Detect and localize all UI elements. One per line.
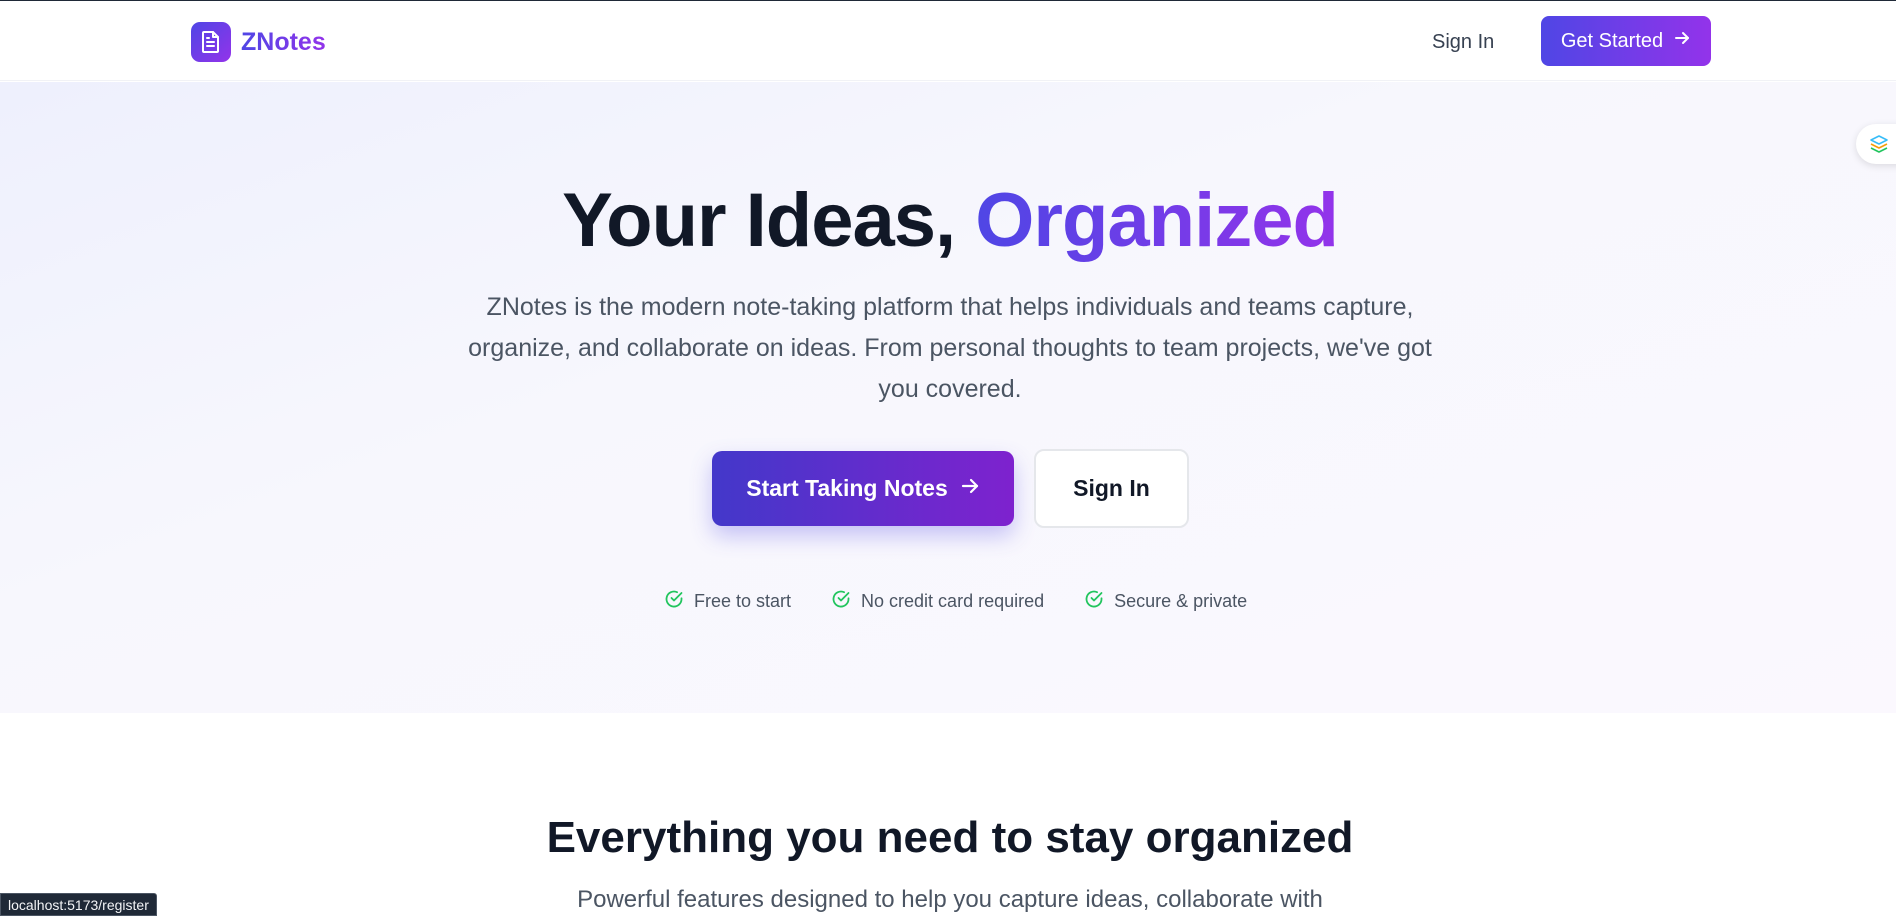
- header-signin-link[interactable]: Sign In: [1432, 27, 1494, 57]
- check-circle-icon: [831, 589, 851, 614]
- status-bar-url: localhost:5173/register: [0, 893, 157, 916]
- get-started-label: Get Started: [1560, 29, 1664, 52]
- get-started-button[interactable]: Get Started: [1541, 16, 1711, 66]
- start-taking-notes-button[interactable]: Start Taking Notes: [712, 451, 1014, 526]
- brand-name: ZNotes: [241, 27, 326, 56]
- hero-title-accent: Organized: [975, 178, 1339, 263]
- site-header: ZNotes Sign In Get Started: [0, 1, 1896, 81]
- perks-list: Free to start No credit card required Se…: [664, 589, 1247, 614]
- check-circle-icon: [1084, 589, 1104, 614]
- perk-item: Secure & private: [1084, 589, 1247, 614]
- features-subtitle: Powerful features designed to help you c…: [577, 886, 1323, 913]
- hero-title-plain: Your Ideas,: [562, 178, 976, 263]
- hero-signin-label: Sign In: [1073, 475, 1150, 501]
- document-icon: [191, 22, 231, 62]
- hero-subtitle: ZNotes is the modern note-taking platfor…: [468, 293, 1432, 403]
- hero-title: Your Ideas, Organized: [0, 177, 1896, 264]
- arrow-right-icon: [960, 475, 980, 502]
- perk-label: No credit card required: [861, 591, 1045, 611]
- perk-label: Secure & private: [1114, 591, 1248, 611]
- hero-section: Your Ideas, Organized ZNotes is the mode…: [0, 82, 1896, 713]
- check-circle-icon: [664, 589, 684, 614]
- start-taking-notes-label: Start Taking Notes: [746, 475, 948, 501]
- perk-label: Free to start: [694, 591, 792, 611]
- hero-signin-button[interactable]: Sign In: [1034, 449, 1189, 528]
- perk-item: Free to start: [664, 589, 791, 614]
- brand-logo[interactable]: ZNotes: [191, 22, 326, 62]
- arrow-right-icon: [1673, 29, 1691, 53]
- features-title: Everything you need to stay organized: [546, 813, 1354, 862]
- extension-icon[interactable]: [1856, 124, 1896, 164]
- perk-item: No credit card required: [831, 589, 1044, 614]
